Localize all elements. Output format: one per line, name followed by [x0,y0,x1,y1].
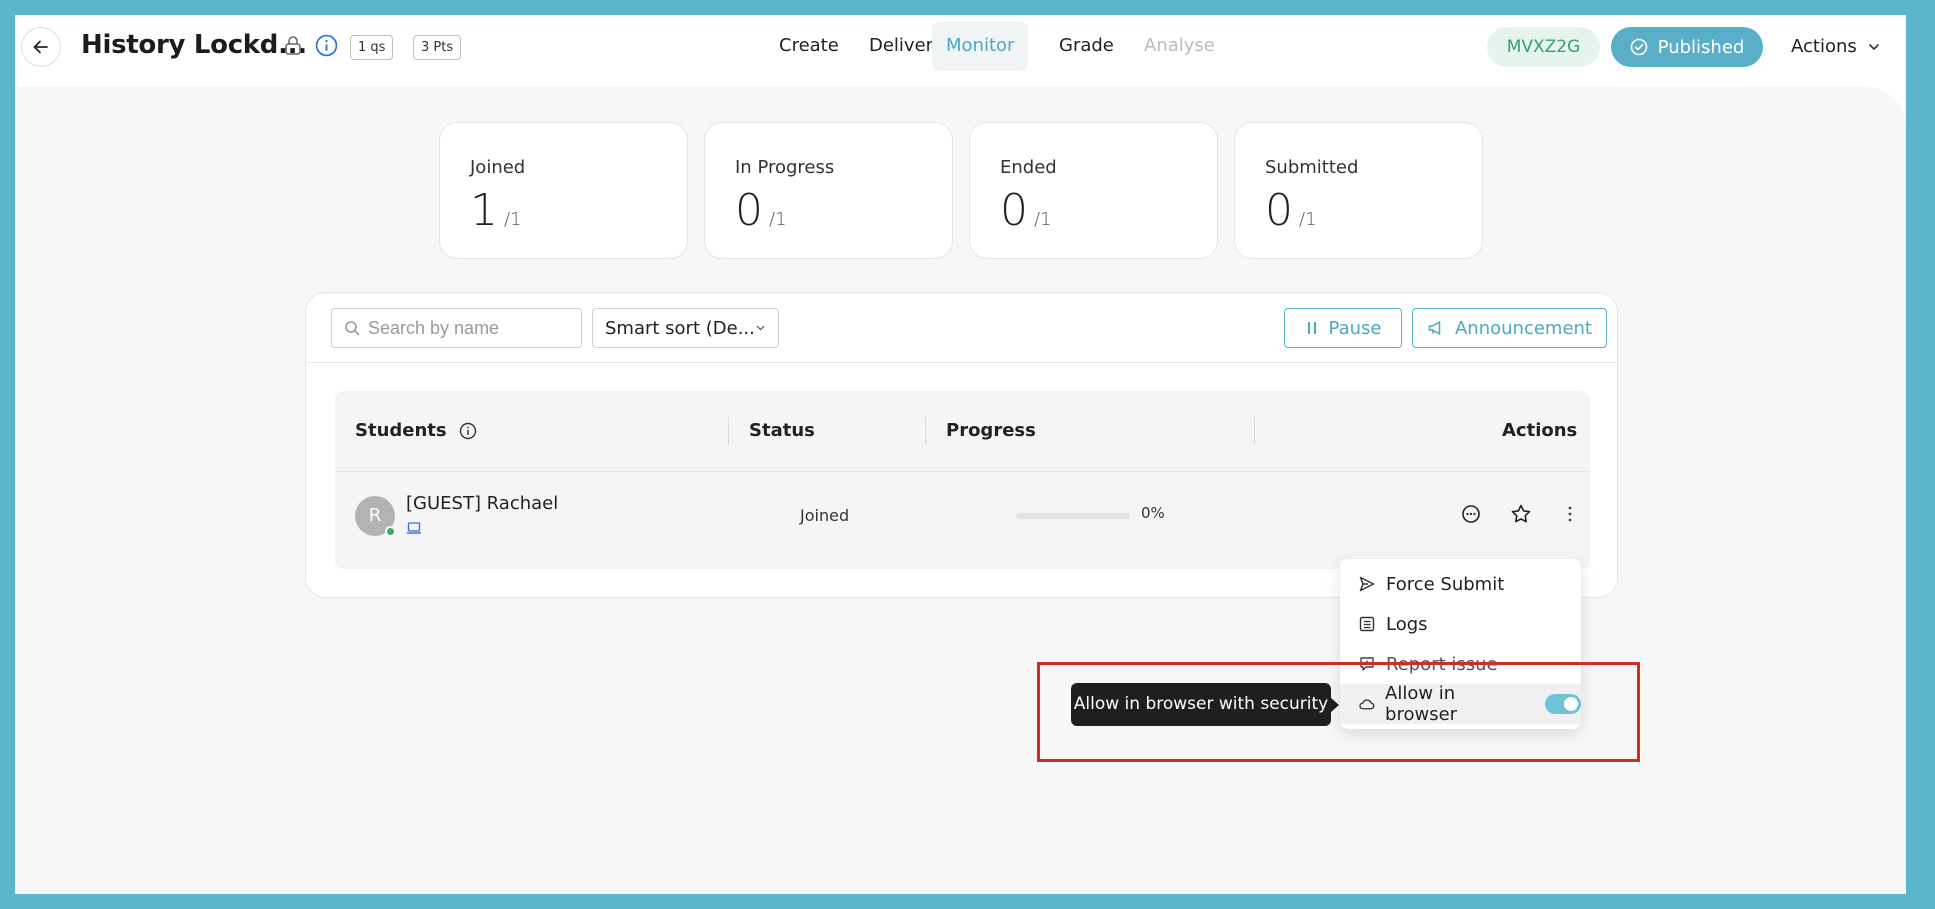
search-icon [345,321,360,336]
star-icon[interactable] [1510,503,1532,525]
search-field[interactable] [331,308,582,348]
status-text: Joined [800,506,850,525]
info-icon[interactable] [459,422,477,440]
check-circle-icon [1630,38,1647,56]
menu-item-logs[interactable]: Logs [1340,604,1581,644]
tab-monitor[interactable]: Monitor [932,21,1029,71]
column-separator [728,417,729,445]
allow-in-browser-toggle[interactable] [1545,694,1581,714]
tooltip: Allow in browser with security [1071,683,1331,726]
menu-item-allow-in-browser[interactable]: Allow in browser [1340,683,1581,725]
laptop-icon [407,522,421,534]
chevron-down-icon [756,325,765,331]
back-button[interactable] [21,27,61,67]
pause-icon [1307,322,1316,334]
row-actions-menu: Force Submit Logs Report issue Allow in … [1340,559,1581,729]
column-separator [925,417,926,445]
tooltip-arrow [1330,697,1339,713]
stat-card-in-progress: In Progress 0/1 [704,122,953,259]
list-icon [1359,616,1375,632]
toggle-knob [1564,697,1578,711]
column-header-students: Students [355,391,477,471]
stat-label: Ended [1000,157,1057,178]
info-icon[interactable] [315,34,338,57]
online-status-dot [385,526,396,537]
published-label: Published [1657,36,1745,58]
more-vertical-icon[interactable] [1559,503,1581,525]
app-frame: History Lockd... 1 qs 3 Pts Create Deliv… [15,15,1906,894]
tab-create[interactable]: Create [765,21,853,71]
stat-card-submitted: Submitted 0/1 [1234,122,1483,259]
students-table: Students Status Progress Actions R [GUES… [335,391,1590,569]
menu-item-force-submit[interactable]: Force Submit [1340,564,1581,604]
page-title: History Lockd... [81,30,307,60]
students-panel: Smart sort (De... Pause Announcement Stu… [305,292,1618,598]
stat-total: /1 [769,209,787,230]
tab-grade[interactable]: Grade [1045,21,1128,71]
chevron-down-icon [1868,44,1879,50]
menu-item-report-issue[interactable]: Report issue [1340,644,1581,684]
questions-chip: 1 qs [350,35,394,60]
sort-label: Smart sort (De... [605,317,755,339]
stat-card-joined: Joined 1/1 [439,122,688,259]
sort-select[interactable]: Smart sort (De... [592,308,779,348]
stat-label: Joined [470,157,526,178]
announcement-button[interactable]: Announcement [1412,308,1607,348]
stat-card-ended: Ended 0/1 [969,122,1218,259]
pause-button[interactable]: Pause [1284,308,1402,348]
tab-analyse: Analyse [1144,35,1215,56]
actions-label: Actions [1791,36,1857,57]
top-bar: History Lockd... 1 qs 3 Pts Create Deliv… [15,15,1906,87]
stat-label: In Progress [735,157,835,178]
stat-total: /1 [1034,209,1052,230]
megaphone-icon [1428,321,1441,335]
search-input[interactable] [368,317,568,339]
divider [306,362,1617,363]
stat-value: 0/1 [1000,185,1052,236]
stat-total: /1 [1299,209,1317,230]
join-code-badge[interactable]: MVXZ2G [1487,27,1600,67]
pause-label: Pause [1328,317,1382,339]
header-divider [335,471,1590,472]
send-icon [1359,576,1375,592]
column-header-status: Status [749,420,815,441]
stat-value: 1/1 [470,185,522,236]
stat-value: 0/1 [1265,185,1317,236]
column-header-actions: Actions [1502,420,1578,441]
cloud-icon [1359,699,1375,710]
report-icon [1360,657,1374,671]
stat-value: 0/1 [735,185,787,236]
stat-label: Submitted [1265,157,1359,178]
actions-dropdown[interactable]: Actions [1791,27,1881,67]
lock-icon [285,36,301,55]
progress-bar [1016,513,1130,519]
column-separator [1254,417,1255,445]
chat-icon[interactable] [1460,503,1482,525]
student-name[interactable]: [GUEST] Rachael [406,493,558,514]
stat-total: /1 [504,209,522,230]
arrow-left-icon [33,40,48,54]
announcement-label: Announcement [1454,317,1592,339]
published-button[interactable]: Published [1611,27,1763,67]
progress-percent: 0% [1141,504,1165,522]
points-chip: 3 Pts [413,35,462,60]
column-header-progress: Progress [946,420,1036,441]
